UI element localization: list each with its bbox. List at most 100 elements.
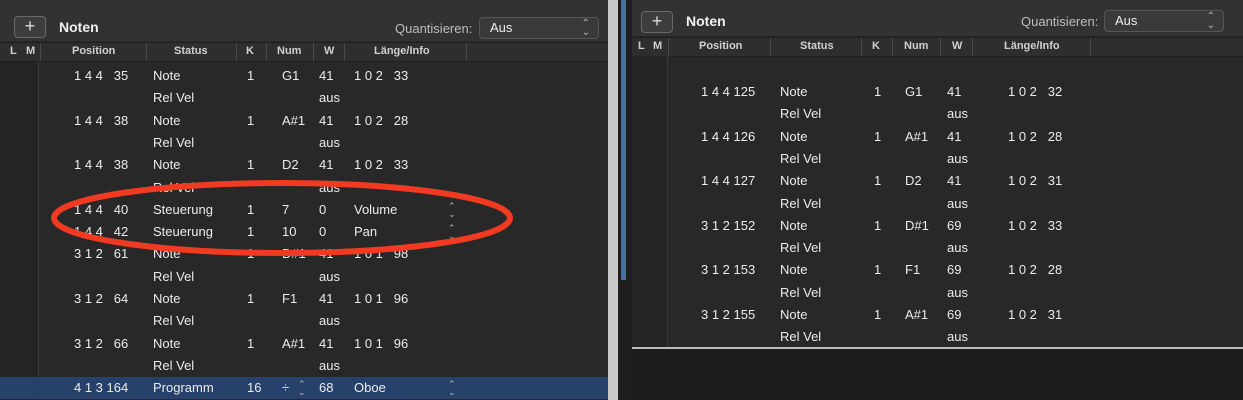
table-row[interactable]: 1 4 4 38 Note 1 D2 41 1 0 2 33 — [0, 154, 608, 176]
position-cell: 1 4 4 40 — [74, 201, 129, 217]
table-row[interactable]: 3 1 2 152 Note 1 D#1 69 1 0 2 33 — [632, 215, 1243, 237]
value-cell: 69 — [947, 262, 962, 278]
channel-cell: 1 — [247, 291, 255, 306]
num-stepper-icon[interactable]: ⌃ ⌄ — [298, 380, 306, 397]
table-row[interactable]: Rel Vel aus — [632, 326, 1243, 348]
position-cell: 1 4 4 125 — [701, 84, 756, 99]
quantize-select[interactable]: Aus ⌃ ⌄ — [1104, 10, 1224, 32]
column-header: L M Position Status K Num W Länge/Info — [0, 42, 608, 62]
length-info-cell: Volume — [354, 201, 398, 217]
value-cell: aus — [319, 357, 340, 373]
col-channel[interactable]: K — [246, 45, 254, 57]
num-cell: F1 — [905, 262, 921, 278]
status-cell: Rel Vel — [780, 240, 822, 256]
status-cell: Rel Vel — [153, 179, 195, 195]
num-cell: 10 — [282, 224, 297, 240]
add-event-button[interactable]: + — [641, 11, 673, 33]
num-cell: D2 — [905, 173, 922, 189]
quantize-select[interactable]: Aus ⌃ ⌄ — [479, 17, 599, 39]
right-event-list-panel: + Noten Quantisieren: Aus ⌃ ⌄ L M Positio… — [632, 0, 1243, 400]
position-cell: 3 1 2 64 — [74, 291, 129, 306]
chevron-updown-icon[interactable]: ⌃ ⌄ — [448, 201, 456, 218]
col-channel[interactable]: K — [872, 40, 880, 52]
plus-icon: + — [24, 16, 36, 36]
chevron-updown-icon[interactable]: ⌃ ⌄ — [448, 224, 456, 241]
table-row[interactable]: 1 4 4 127 Note 1 D2 41 1 0 2 31 — [632, 170, 1243, 192]
value-cell: 41 — [319, 335, 334, 351]
status-cell: Note — [153, 291, 181, 306]
num-cell: 7 — [282, 201, 290, 217]
table-row[interactable]: 1 4 4 38 Note 1 A#1 41 1 0 2 28 — [0, 110, 608, 132]
col-position[interactable]: Position — [699, 40, 742, 52]
table-row-selected[interactable]: 4 1 3 164 Programm 16 ÷ 68 Oboe ⌃ ⌄ ⌃ ⌄ — [0, 377, 608, 400]
table-row[interactable]: 3 1 2 64 Note 1 F1 41 1 0 1 96 — [0, 288, 608, 310]
table-row[interactable]: Rel Vel aus — [0, 310, 608, 332]
length-info-cell: 1 0 1 96 — [354, 291, 409, 306]
col-length-info[interactable]: Länge/Info — [374, 45, 430, 57]
table-row[interactable]: Rel Vel aus — [632, 282, 1243, 304]
table-row[interactable]: Rel Vel aus — [0, 177, 608, 199]
col-value[interactable]: W — [324, 45, 334, 57]
status-cell: Note — [780, 217, 808, 233]
table-row[interactable]: 1 4 4 42 Steuerung 1 10 0 Pan ⌃ ⌄ — [0, 221, 608, 243]
table-row[interactable]: Rel Vel aus — [0, 132, 608, 154]
value-cell: aus — [947, 195, 968, 211]
value-cell: aus — [947, 240, 968, 256]
channel-cell: 1 — [247, 68, 255, 83]
channel-cell: 1 — [874, 84, 882, 99]
length-info-cell: 1 0 1 96 — [354, 335, 409, 351]
position-cell: 4 1 3 164 — [74, 380, 129, 396]
chevron-updown-icon: ⌃ ⌄ — [1206, 11, 1215, 31]
col-num[interactable]: Num — [904, 40, 928, 52]
col-length-info[interactable]: Länge/Info — [1004, 40, 1060, 52]
table-row[interactable]: Rel Vel aus — [0, 266, 608, 288]
col-num[interactable]: Num — [277, 45, 301, 57]
chevron-updown-icon[interactable]: ⌃ ⌄ — [448, 380, 456, 397]
table-row[interactable]: 3 1 2 61 Note 1 D#1 41 1 0 1 98 — [0, 243, 608, 265]
table-row[interactable]: 3 1 2 66 Note 1 A#1 41 1 0 1 96 — [0, 333, 608, 355]
value-cell: 41 — [319, 68, 334, 83]
position-cell: 1 4 4 35 — [74, 68, 129, 83]
length-info-cell: 1 0 2 32 — [1008, 84, 1063, 99]
add-event-button[interactable]: + — [14, 16, 46, 38]
col-l[interactable]: L — [10, 45, 17, 57]
col-l[interactable]: L — [638, 40, 645, 52]
position-cell: 3 1 2 152 — [701, 217, 756, 233]
col-status[interactable]: Status — [800, 40, 834, 52]
col-position[interactable]: Position — [72, 45, 115, 57]
status-cell: Note — [153, 157, 181, 173]
col-value[interactable]: W — [952, 40, 962, 52]
position-cell: 1 4 4 38 — [74, 157, 129, 173]
table-row[interactable]: Rel Vel aus — [632, 148, 1243, 170]
value-cell: 41 — [947, 84, 962, 99]
value-cell: 0 — [319, 224, 327, 240]
num-cell: A#1 — [905, 128, 929, 144]
position-cell: 3 1 2 61 — [74, 246, 129, 262]
quantize-value: Aus — [1115, 13, 1138, 28]
num-cell: D#1 — [905, 217, 929, 233]
col-status[interactable]: Status — [174, 45, 208, 57]
status-cell: Note — [153, 112, 181, 128]
value-cell: aus — [319, 313, 340, 329]
table-row[interactable]: 1 4 4 126 Note 1 A#1 41 1 0 2 28 — [632, 126, 1243, 148]
table-row[interactable]: Rel Vel aus — [0, 87, 608, 109]
col-m[interactable]: M — [26, 45, 35, 57]
column-header: L M Position Status K Num W Länge/Info — [632, 37, 1243, 57]
table-row[interactable]: 3 1 2 153 Note 1 F1 69 1 0 2 28 — [632, 259, 1243, 281]
table-row[interactable]: Rel Vel aus — [632, 193, 1243, 215]
channel-cell: 1 — [874, 307, 882, 322]
value-cell: aus — [947, 150, 968, 166]
table-row[interactable]: Rel Vel aus — [632, 237, 1243, 259]
status-cell: Programm — [153, 380, 214, 396]
right-toolbar: + Noten Quantisieren: Aus ⌃ ⌄ — [632, 0, 1243, 36]
table-row[interactable]: 1 4 4 40 Steuerung 1 7 0 Volume ⌃ ⌄ — [0, 199, 608, 221]
status-cell: Rel Vel — [153, 134, 195, 150]
position-cell: 1 4 4 38 — [74, 112, 129, 128]
table-row[interactable]: 1 4 4 125 Note 1 G1 41 1 0 2 32 — [632, 81, 1243, 103]
table-row[interactable]: Rel Vel aus — [0, 355, 608, 377]
col-m[interactable]: M — [653, 40, 662, 52]
table-row[interactable]: 1 4 4 35 Note 1 G1 41 1 0 2 33 — [0, 65, 608, 87]
table-row[interactable]: Rel Vel aus — [632, 103, 1243, 125]
event-list: 1 4 4 125 Note 1 G1 41 1 0 2 32 Rel Vel aus 1 4 … — [632, 56, 1243, 347]
table-row[interactable]: 3 1 2 155 Note 1 A#1 69 1 0 2 31 — [632, 304, 1243, 326]
